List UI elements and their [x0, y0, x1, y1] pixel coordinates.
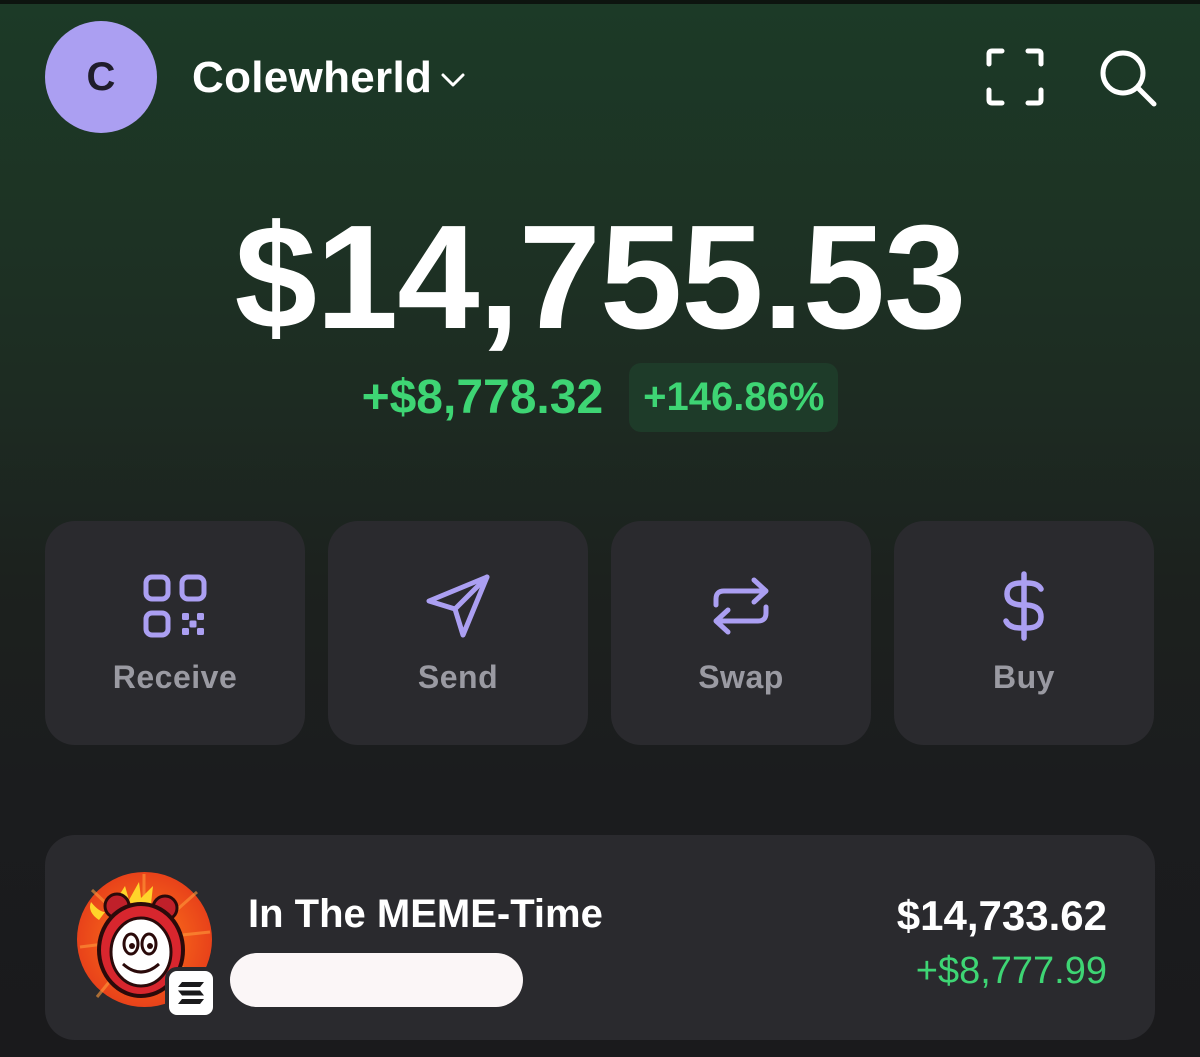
receive-button[interactable]: Receive — [45, 521, 305, 745]
send-button[interactable]: Send — [328, 521, 588, 745]
token-value: $14,733.62 — [896, 892, 1107, 939]
action-bar: Receive Send Swap Buy — [45, 521, 1155, 745]
account-name: Colewherld — [192, 53, 433, 102]
chevron-down-icon — [441, 73, 465, 87]
balance-change-value: +$8,778.32 — [361, 370, 604, 424]
swap-label: Swap — [698, 659, 784, 695]
balance-change-percent-badge: +146.86% — [629, 362, 839, 432]
total-balance: $14,755.53 — [234, 195, 967, 360]
account-avatar[interactable]: C — [45, 21, 157, 133]
token-change: +$8,777.99 — [915, 950, 1107, 992]
receive-label: Receive — [112, 659, 238, 695]
top-edge — [0, 0, 1200, 4]
send-icon — [426, 574, 490, 638]
qr-code-icon — [143, 574, 207, 638]
solana-icon — [178, 982, 204, 1004]
buy-label: Buy — [993, 659, 1055, 695]
token-row[interactable]: In The MEME-Time $14,733.62 +$8,777.99 — [45, 835, 1155, 1040]
account-switcher[interactable]: Colewherld — [192, 52, 468, 104]
solana-chain-badge — [165, 967, 217, 1019]
balance-change-row: +$8,778.32 +146.86% — [0, 362, 1200, 432]
send-label: Send — [417, 659, 499, 695]
token-name: In The MEME-Time — [248, 892, 603, 936]
buy-button[interactable]: Buy — [894, 521, 1154, 745]
redacted-token-balance — [230, 953, 523, 1007]
avatar-letter: C — [86, 54, 116, 99]
dollar-icon — [1003, 571, 1044, 641]
swap-button[interactable]: Swap — [611, 521, 871, 745]
scan-icon[interactable] — [982, 44, 1048, 110]
swap-icon — [713, 577, 769, 635]
search-icon[interactable] — [1094, 44, 1160, 110]
